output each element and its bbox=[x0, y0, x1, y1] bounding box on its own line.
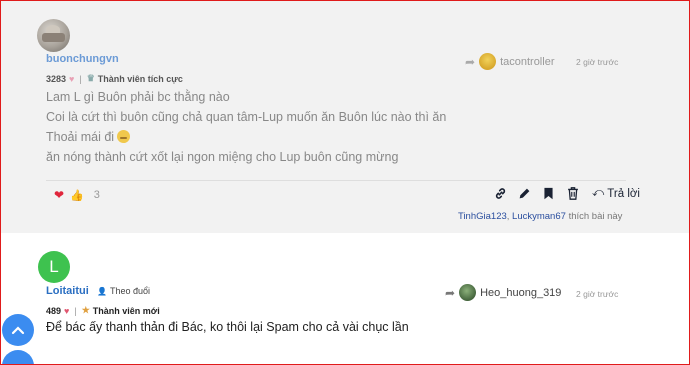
reply-to-avatar bbox=[459, 284, 477, 301]
post-text: Để bác ấy thanh thản đi Bác, ko thôi lại… bbox=[46, 320, 409, 334]
heart-reaction-icon[interactable]: ❤ bbox=[54, 188, 64, 202]
reply-to-username[interactable]: Heo_huong_319 bbox=[480, 287, 561, 299]
reply-button[interactable]: ⤺ Trả lời bbox=[592, 187, 640, 200]
post-time: 2 giờ trước bbox=[576, 57, 619, 67]
bookmark-icon[interactable] bbox=[542, 186, 555, 201]
avatar[interactable]: L bbox=[38, 251, 70, 283]
user-meta: 3283 ♥ | ♛ Thành viên tích cực bbox=[46, 73, 183, 84]
rank-icon: ♛ bbox=[86, 73, 95, 83]
link-icon[interactable] bbox=[494, 186, 507, 201]
user-meta: 489 ♥ | ★ Thành viên mới bbox=[46, 305, 160, 316]
reply-to-avatar bbox=[479, 53, 497, 70]
divider bbox=[46, 180, 626, 181]
meta-separator: | bbox=[74, 305, 77, 316]
post-actions: ⤺ Trả lời bbox=[494, 186, 640, 201]
avatar[interactable] bbox=[37, 19, 70, 52]
post-username[interactable]: Loitaitui bbox=[46, 285, 89, 297]
post-text-segment: Thoải mái đi bbox=[46, 130, 115, 144]
rank-label: Thành viên mới bbox=[92, 305, 160, 316]
thumbs-up-icon[interactable]: 👍 bbox=[70, 189, 84, 202]
rank-icon: ★ bbox=[81, 305, 90, 315]
reaction-count: 3 bbox=[93, 189, 100, 201]
trash-icon[interactable] bbox=[566, 186, 579, 201]
post-time: 2 giờ trước bbox=[576, 289, 619, 299]
post-text-line: Coi là cứt thì buôn cũng chả quan tâm-Lu… bbox=[46, 110, 447, 124]
person-plus-icon: 👤 bbox=[97, 286, 107, 296]
reply-to-username[interactable]: tacontroller bbox=[500, 56, 554, 68]
reply-to[interactable]: ➦ Heo_huong_319 bbox=[445, 284, 561, 301]
follow-label: Theo đuổi bbox=[109, 286, 150, 296]
likes-suffix: thích bài này bbox=[568, 211, 623, 222]
reactions[interactable]: ❤ 👍 3 bbox=[54, 188, 100, 202]
chevron-up-icon bbox=[11, 326, 25, 335]
post-username[interactable]: buonchungvn bbox=[46, 53, 119, 65]
points-count: 489 bbox=[46, 305, 62, 316]
liker-link[interactable]: TinhGia123 bbox=[458, 211, 507, 222]
reply-icon: ⤺ bbox=[592, 187, 605, 199]
follow-button[interactable]: 👤 Theo đuổi bbox=[97, 286, 150, 296]
post-text-line: Thoải mái đi bbox=[46, 130, 131, 144]
heart-icon: ♥ bbox=[69, 73, 75, 84]
emoji-icon bbox=[117, 130, 131, 143]
post-text-line: Lam L gì Buôn phải bc thằng nào bbox=[46, 90, 230, 104]
reply-arrow-icon: ➦ bbox=[445, 285, 456, 300]
heart-icon: ♥ bbox=[64, 305, 70, 316]
edit-icon[interactable] bbox=[518, 186, 531, 201]
post-text-line: ăn nóng thành cứt xốt lại ngon miệng cho… bbox=[46, 150, 399, 164]
rank-label: Thành viên tích cực bbox=[97, 73, 183, 84]
points-count: 3283 bbox=[46, 73, 67, 84]
reply-to[interactable]: ➦ tacontroller bbox=[465, 53, 554, 70]
scroll-up-button[interactable] bbox=[2, 314, 34, 346]
likes-summary: TinhGia123, Luckyman67 thích bài này bbox=[458, 211, 623, 222]
liker-link[interactable]: Luckyman67 bbox=[512, 211, 566, 222]
meta-separator: | bbox=[79, 73, 82, 84]
reply-label: Trả lời bbox=[607, 187, 640, 200]
reply-arrow-icon: ➦ bbox=[465, 54, 476, 69]
